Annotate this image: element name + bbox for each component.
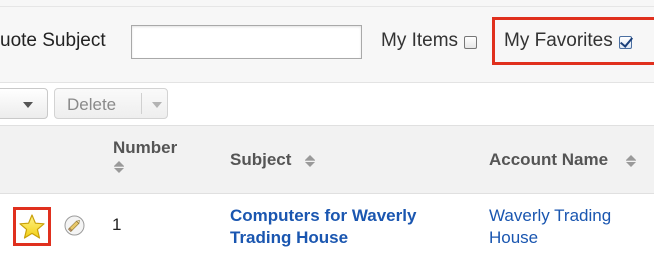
chevron-down-icon	[23, 102, 33, 108]
sort-icon[interactable]	[305, 155, 316, 167]
quote-subject-label: uote Subject	[0, 30, 106, 51]
sort-icon[interactable]	[114, 161, 124, 173]
my-favorites-checkbox[interactable]	[618, 35, 632, 49]
my-favorites-filter[interactable]: My Favorites	[504, 30, 632, 52]
my-items-label: My Items	[381, 30, 459, 51]
column-title: Number	[113, 138, 178, 157]
column-title: Account Name	[489, 150, 609, 169]
quote-subject-input[interactable]	[131, 25, 362, 59]
filter-bar: uote Subject My Items My Favorites	[0, 0, 654, 83]
chevron-down-icon[interactable]	[152, 102, 162, 108]
delete-button[interactable]: Delete	[54, 88, 168, 119]
divider	[141, 93, 142, 114]
action-bar: Delete	[0, 83, 654, 125]
quote-subject-link[interactable]: Computers for Waverly Trading House	[230, 205, 470, 249]
quotes-list-view: uote Subject My Items My Favorites Delet…	[0, 0, 654, 253]
column-header-number[interactable]: Number	[113, 138, 177, 173]
my-items-checkbox[interactable]	[464, 35, 478, 49]
delete-label: Delete	[67, 95, 117, 114]
pencil-icon[interactable]	[64, 215, 85, 236]
mass-select-button[interactable]	[0, 88, 48, 119]
my-items-filter[interactable]: My Items	[381, 30, 478, 52]
column-title: Subject	[230, 150, 292, 169]
divider	[0, 6, 654, 7]
my-favorites-label: My Favorites	[504, 30, 613, 51]
sort-icon[interactable]	[626, 155, 637, 167]
account-name-link[interactable]: Waverly Trading House	[489, 205, 649, 249]
table-row: 1 Computers for Waverly Trading House Wa…	[0, 194, 654, 253]
table-header: Number Subject Account Name	[0, 125, 654, 194]
column-header-subject[interactable]: Subject	[230, 150, 316, 170]
star-icon[interactable]	[18, 213, 46, 241]
column-header-account-name[interactable]: Account Name	[489, 150, 637, 170]
quote-number: 1	[112, 215, 122, 234]
